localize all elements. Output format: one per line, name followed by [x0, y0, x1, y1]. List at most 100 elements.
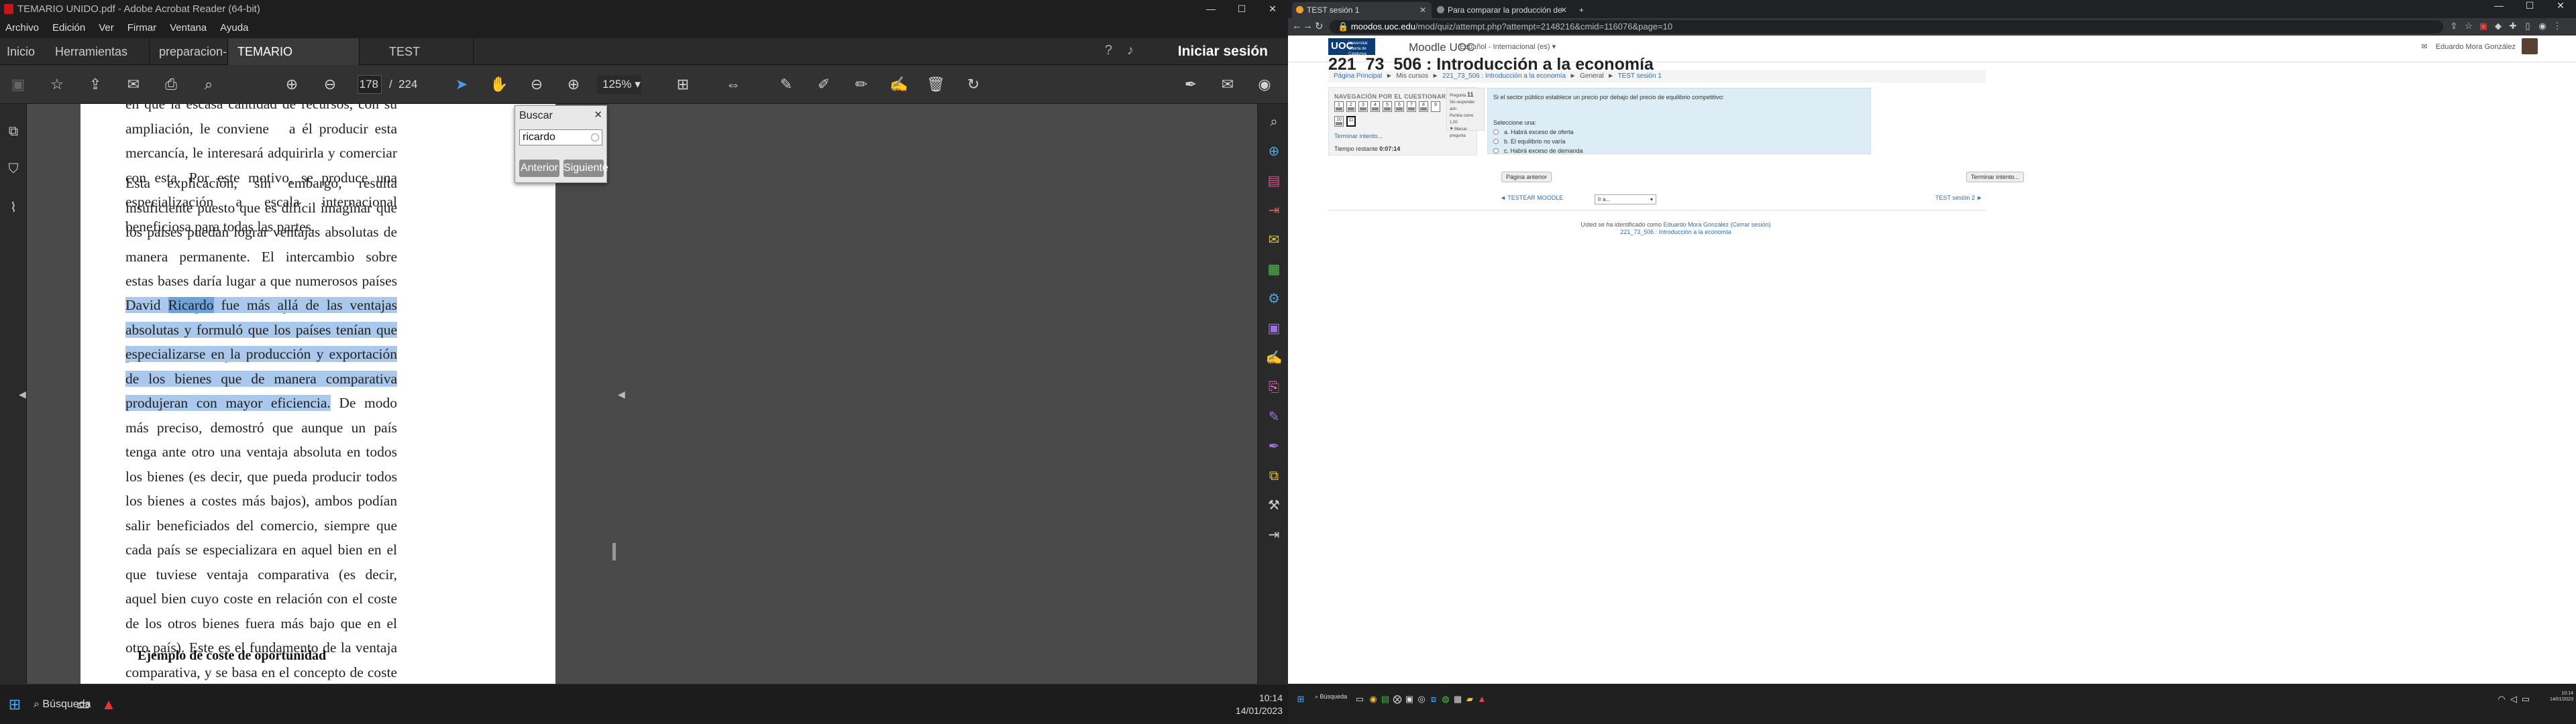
vertical-scrollbar[interactable]: [612, 543, 616, 560]
clear-icon[interactable]: [591, 133, 599, 141]
extension-icon-2[interactable]: ◆: [2493, 21, 2504, 32]
finish-attempt-link[interactable]: Terminar intento...: [1334, 133, 1383, 139]
whatsapp-taskbar-icon[interactable]: ◍: [1440, 693, 1452, 705]
menu-edicion[interactable]: Edición: [52, 18, 85, 38]
radio-b[interactable]: [1493, 139, 1499, 144]
scroll-mode-icon[interactable]: ⇔: [723, 74, 743, 95]
highlight-icon[interactable]: ✐: [814, 74, 834, 95]
app-taskbar-icon-2[interactable]: ▣: [1403, 693, 1415, 705]
upload-icon[interactable]: ⇪: [85, 74, 105, 95]
share-icon[interactable]: ⇪: [2449, 21, 2459, 32]
battery-icon[interactable]: ▭: [2520, 693, 2532, 705]
login-button[interactable]: Iniciar sesión: [1178, 38, 1268, 65]
pages-icon[interactable]: ⧉: [5, 124, 21, 140]
comment-icon[interactable]: ✎: [776, 74, 796, 95]
delete-icon[interactable]: 🗑: [926, 74, 946, 95]
find-previous-button[interactable]: Anterior: [519, 160, 559, 177]
organize-pages-icon[interactable]: ▤: [1265, 172, 1283, 190]
radio-c[interactable]: [1493, 148, 1499, 154]
windows-start-icon[interactable]: ⊞: [3, 692, 27, 717]
jump-to-select[interactable]: Ir a... ▾: [1595, 194, 1656, 204]
tab-inicio[interactable]: Inicio: [7, 38, 35, 65]
maximize-icon[interactable]: ☐: [2514, 0, 2545, 18]
quiz-nav-button-3[interactable]: 3: [1358, 101, 1368, 112]
radio-a[interactable]: [1493, 129, 1499, 135]
stamp-icon[interactable]: ✒: [1265, 438, 1283, 455]
avatar[interactable]: [2522, 38, 2538, 54]
search-tool-icon[interactable]: ⌕: [1265, 113, 1283, 131]
draw-icon[interactable]: ✏: [851, 74, 871, 95]
explorer-taskbar-icon[interactable]: ▰: [1464, 693, 1476, 705]
user-menu[interactable]: ✉ Eduardo Mora González: [2421, 42, 2516, 51]
bookmark-star-icon[interactable]: ☆: [47, 74, 67, 95]
footer-course-link[interactable]: 221_73_506 : Introducción a la economía: [1542, 229, 1810, 235]
doc-tab-test-anos[interactable]: TEST AÑOS.pdf: [360, 38, 474, 85]
doc-tab-preparacion[interactable]: preparacion-ps-eco...: [149, 38, 228, 85]
quiz-nav-button-1[interactable]: 1: [1334, 101, 1344, 112]
quiz-nav-button-7[interactable]: 7: [1407, 101, 1416, 112]
prev-activity-link[interactable]: ◄ TESTEAR MOODLE: [1500, 194, 1563, 201]
rotate-icon[interactable]: ↻: [963, 74, 983, 95]
option-c[interactable]: c. Habrá exceso de demanda: [1493, 147, 1583, 154]
language-menu[interactable]: Español - Internacional (es) ▾: [1460, 42, 1556, 51]
attachments-icon[interactable]: ⌇: [5, 199, 21, 215]
menu-kebab-icon[interactable]: ⋮: [2552, 21, 2563, 32]
tab-herramientas[interactable]: Herramientas: [55, 38, 127, 65]
close-icon[interactable]: ✕: [1257, 0, 1288, 18]
compare-icon[interactable]: ⧉: [1265, 467, 1283, 485]
help-icon[interactable]: ?: [1105, 43, 1112, 58]
close-tab-icon[interactable]: ✕: [1560, 2, 1567, 18]
taskbar-search[interactable]: ⌕ Búsqueda: [1315, 693, 1347, 701]
forward-icon[interactable]: →: [1303, 20, 1313, 32]
breadcrumb-home[interactable]: Página Principal: [1334, 72, 1382, 80]
sign-icon[interactable]: ✒: [1181, 74, 1201, 95]
protect-icon[interactable]: ▣: [1265, 320, 1283, 337]
vscode-taskbar-icon[interactable]: ⧈: [1428, 693, 1440, 705]
fit-page-icon[interactable]: ⊞: [673, 74, 693, 95]
url-input[interactable]: 🔒 moodos.uoc.edu/mod/quiz/attempt.php?at…: [1330, 20, 2443, 34]
next-activity-link[interactable]: TEST sesión 2 ►: [1935, 194, 1982, 201]
create-pdf-icon[interactable]: ⊕: [1265, 143, 1283, 160]
menu-ventana[interactable]: Ventana: [170, 18, 207, 38]
minimize-icon[interactable]: —: [1195, 0, 1226, 18]
quiz-nav-button-2[interactable]: 2: [1346, 101, 1356, 112]
page-number-input[interactable]: 178: [358, 75, 382, 94]
maximize-icon[interactable]: ☐: [1226, 0, 1257, 18]
menu-archivo[interactable]: Archivo: [5, 18, 39, 38]
quiz-nav-button-10[interactable]: 10: [1334, 116, 1344, 127]
quiz-nav-button-5[interactable]: 5: [1383, 101, 1392, 112]
scan-icon[interactable]: ⚙: [1265, 290, 1283, 308]
collapse-right-icon[interactable]: ◀: [618, 389, 625, 400]
notepad-taskbar-icon[interactable]: ▤: [1379, 693, 1391, 705]
finish-attempt-button[interactable]: Terminar intento...: [1966, 172, 2025, 182]
page-up-icon[interactable]: ⊕: [282, 74, 302, 95]
comment-tool-icon[interactable]: ✉: [1265, 231, 1283, 249]
find-close-icon[interactable]: ✕: [594, 109, 602, 121]
breadcrumb-quiz[interactable]: TEST sesión 1: [1618, 72, 1662, 80]
chrome-taskbar-icon[interactable]: ◉: [1367, 693, 1379, 705]
new-tab-button[interactable]: +: [1575, 2, 1591, 18]
previous-page-button[interactable]: Página anterior: [1501, 172, 1552, 182]
logout-link[interactable]: (Cerrar sesión): [1731, 221, 1771, 228]
collapse-left-icon[interactable]: ◀: [19, 389, 26, 400]
back-icon[interactable]: ←: [1292, 20, 1302, 32]
quiz-nav-button-8[interactable]: 8: [1419, 101, 1428, 112]
export-pdf-icon[interactable]: ⇥: [1265, 202, 1283, 219]
windows-start-icon[interactable]: ⊞: [1295, 693, 1307, 705]
mail-icon[interactable]: ✉: [1218, 74, 1238, 95]
bell-icon[interactable]: ♪: [1127, 43, 1134, 58]
request-sign-icon[interactable]: ✎: [1265, 408, 1283, 426]
task-view-icon[interactable]: ▭: [71, 692, 95, 717]
zoom-out-icon[interactable]: ⊖: [527, 74, 547, 95]
quiz-nav-button-4[interactable]: 4: [1371, 101, 1380, 112]
edit-pdf-icon[interactable]: ▦: [1265, 261, 1283, 278]
zoom-in-icon[interactable]: ⊕: [564, 74, 584, 95]
collapse-tools-icon[interactable]: ⇥: [1265, 526, 1283, 544]
quiz-nav-button-9[interactable]: 9: [1431, 101, 1440, 112]
menu-firmar[interactable]: Firmar: [127, 18, 156, 38]
find-input[interactable]: ricardo: [519, 129, 602, 145]
wifi-icon[interactable]: ◠: [2496, 693, 2508, 705]
account-icon[interactable]: ◉: [1254, 74, 1275, 95]
reload-icon[interactable]: ↻: [1315, 20, 1324, 32]
extensions-puzzle-icon[interactable]: ✚: [2508, 21, 2518, 32]
